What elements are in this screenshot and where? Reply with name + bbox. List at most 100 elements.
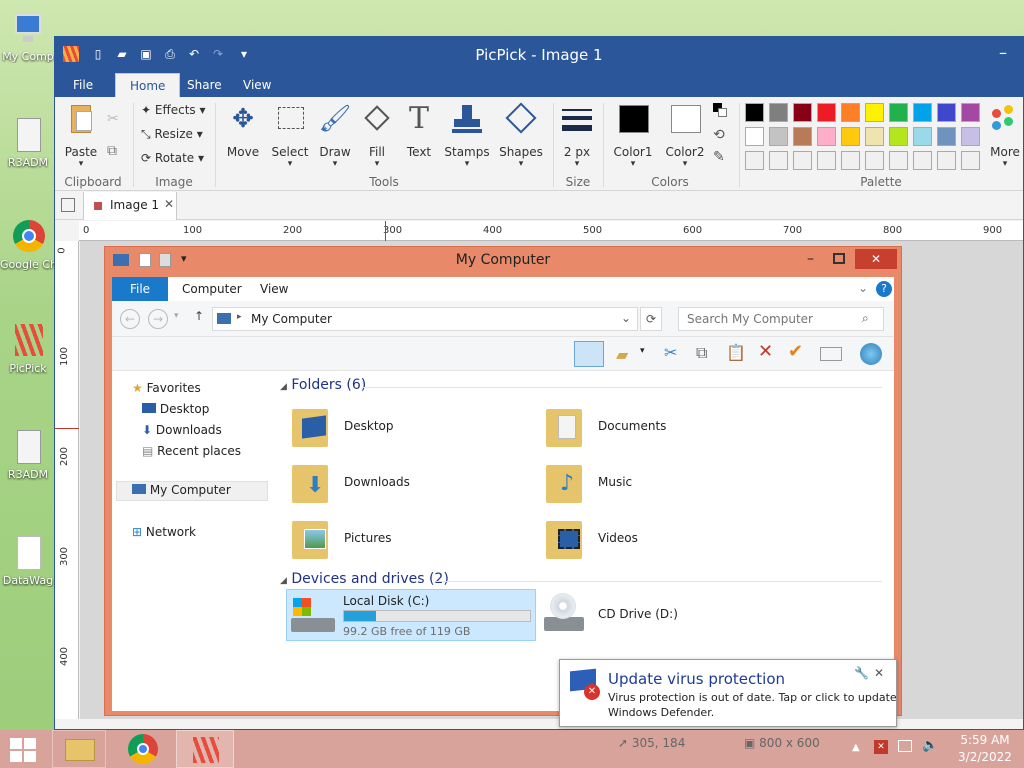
eyedropper-icon[interactable]: ✎	[713, 149, 725, 165]
palette-swatch[interactable]	[913, 151, 932, 170]
up-button[interactable]: ↑	[194, 309, 204, 323]
search-input[interactable]	[678, 307, 884, 331]
palette-swatch[interactable]	[745, 151, 764, 170]
folder-check-icon[interactable]: ▰	[616, 345, 628, 364]
help-icon[interactable]: ?	[876, 281, 892, 297]
palette-swatch[interactable]	[889, 151, 908, 170]
palette-swatch[interactable]	[961, 127, 980, 146]
palette-swatch[interactable]	[937, 103, 956, 122]
cut-icon[interactable]: ✂	[107, 111, 119, 127]
taskbar-picpick[interactable]	[176, 730, 234, 768]
palette-swatch[interactable]	[961, 103, 980, 122]
more-colors-button[interactable]: More ▾	[987, 103, 1023, 169]
network-globe-icon[interactable]	[860, 343, 882, 365]
paste-icon[interactable]: 📋	[726, 343, 746, 362]
address-dropdown-icon[interactable]: ⌄	[621, 311, 631, 325]
nav-network[interactable]: ⊞ Network	[132, 525, 196, 539]
tab-file[interactable]: File	[112, 277, 168, 301]
minimize-button[interactable]: –	[807, 251, 814, 267]
color2-button[interactable]: Color2 ▾	[661, 103, 709, 169]
recent-chevron-down-icon[interactable]: ▾	[174, 311, 179, 321]
preview-pane-icon[interactable]	[574, 341, 604, 367]
rotate-button[interactable]: ⟳ Rotate ▾	[141, 151, 204, 165]
palette-swatch[interactable]	[793, 103, 812, 122]
nav-desktop[interactable]: Desktop	[142, 402, 209, 416]
tab-image-1[interactable]: Image 1 ✕	[83, 192, 177, 220]
taskbar-file-explorer[interactable]	[52, 730, 106, 768]
drive-cd[interactable]: CD Drive (D:)	[598, 607, 678, 621]
text-button[interactable]: T Text	[397, 103, 441, 160]
clock-date[interactable]: 3/2/2022	[950, 750, 1020, 764]
folder-desktop[interactable]: Desktop	[344, 419, 394, 433]
shapes-button[interactable]: Shapes ▾	[495, 102, 547, 169]
effects-button[interactable]: ✦ Effects ▾	[141, 103, 206, 117]
tab-share[interactable]: Share	[173, 73, 236, 97]
palette-swatch[interactable]	[889, 103, 908, 122]
network-tray-icon[interactable]	[898, 740, 912, 752]
back-button[interactable]: ←	[120, 309, 140, 329]
rename-icon[interactable]	[820, 347, 842, 361]
action-center-flag-icon[interactable]: ✕	[874, 740, 888, 754]
desktop-icon-datawag[interactable]: DataWag	[0, 534, 56, 587]
desktop-icon-picpick[interactable]: PicPick	[0, 322, 56, 375]
copy-icon[interactable]: ⧉	[696, 343, 707, 363]
tab-home[interactable]: Home	[115, 73, 181, 97]
folder-pictures[interactable]: Pictures	[344, 531, 392, 545]
tab-computer[interactable]: Computer	[182, 282, 242, 296]
tab-view[interactable]: View	[260, 282, 288, 296]
grid-view-icon[interactable]	[61, 198, 75, 212]
nav-recent-places[interactable]: ▤ Recent places	[142, 444, 241, 458]
size-button[interactable]: 2 px ▾	[557, 103, 597, 169]
swap-colors-icon[interactable]: ⟲	[713, 127, 725, 143]
desktop-icon-r3adm-2[interactable]: R3ADM	[0, 428, 56, 481]
desktop-icon-my-computer[interactable]: My Comp	[0, 10, 56, 63]
close-icon[interactable]: ✕	[874, 666, 884, 680]
palette-swatch[interactable]	[745, 103, 764, 122]
nav-downloads[interactable]: ⬇ Downloads	[142, 423, 222, 437]
default-colors-icon[interactable]	[713, 103, 727, 117]
palette-swatch[interactable]	[769, 127, 788, 146]
palette-swatch[interactable]	[865, 127, 884, 146]
folder-downloads[interactable]: Downloads	[344, 475, 410, 489]
tab-file[interactable]: File	[59, 73, 107, 97]
palette-swatch[interactable]	[937, 127, 956, 146]
delete-icon[interactable]: ✕	[758, 341, 773, 362]
palette-swatch[interactable]	[817, 127, 836, 146]
nav-favorites[interactable]: ★ Favorites	[132, 381, 201, 395]
desktop-icon-chrome[interactable]: Google Chrom	[0, 218, 56, 271]
move-button[interactable]: ✥ Move	[221, 103, 265, 159]
fill-button[interactable]: Fill ▾	[355, 103, 399, 169]
palette-swatch[interactable]	[961, 151, 980, 170]
palette-swatch[interactable]	[841, 103, 860, 122]
draw-button[interactable]: 🖌 Draw ▾	[313, 103, 357, 169]
palette-swatch[interactable]	[793, 127, 812, 146]
drive-local-disk[interactable]: Local Disk (C:) 99.2 GB free of 119 GB	[286, 589, 536, 641]
settings-wrench-icon[interactable]: 🔧	[854, 666, 869, 680]
palette-swatch[interactable]	[769, 103, 788, 122]
checkmark-icon[interactable]: ✔	[788, 341, 803, 362]
nav-my-computer[interactable]: My Computer	[132, 483, 231, 497]
palette-swatch[interactable]	[817, 151, 836, 170]
chevron-down-icon[interactable]: ⌄	[858, 281, 868, 295]
folders-header[interactable]: ◢ Folders (6)	[280, 377, 366, 393]
palette-swatch[interactable]	[769, 151, 788, 170]
palette-swatch[interactable]	[865, 103, 884, 122]
taskbar-chrome[interactable]	[114, 730, 170, 768]
select-button[interactable]: Select ▾	[267, 103, 313, 169]
tab-view[interactable]: View	[229, 73, 285, 97]
palette-swatch[interactable]	[889, 127, 908, 146]
palette-swatch[interactable]	[841, 151, 860, 170]
copy-icon[interactable]: ⧉	[107, 143, 117, 159]
image-canvas[interactable]: ▾ My Computer – ✕ File Computer View ⌄ ?…	[80, 241, 1023, 719]
devices-header[interactable]: ◢ Devices and drives (2)	[280, 571, 449, 587]
show-hidden-icons-icon[interactable]: ▲	[852, 742, 860, 753]
resize-button[interactable]: ⤡ Resize ▾	[141, 127, 203, 142]
address-input[interactable]: ▸ My Computer ⌄	[212, 307, 638, 331]
stamps-button[interactable]: Stamps ▾	[441, 103, 493, 169]
folder-videos[interactable]: Videos	[598, 531, 638, 545]
palette-swatch[interactable]	[793, 151, 812, 170]
palette-swatch[interactable]	[937, 151, 956, 170]
desktop-icon-r3adm[interactable]: R3ADM	[0, 116, 56, 169]
paste-button[interactable]: Paste ▾	[59, 103, 103, 169]
virus-protection-notification[interactable]: ✕ Update virus protection Virus protecti…	[559, 659, 897, 727]
